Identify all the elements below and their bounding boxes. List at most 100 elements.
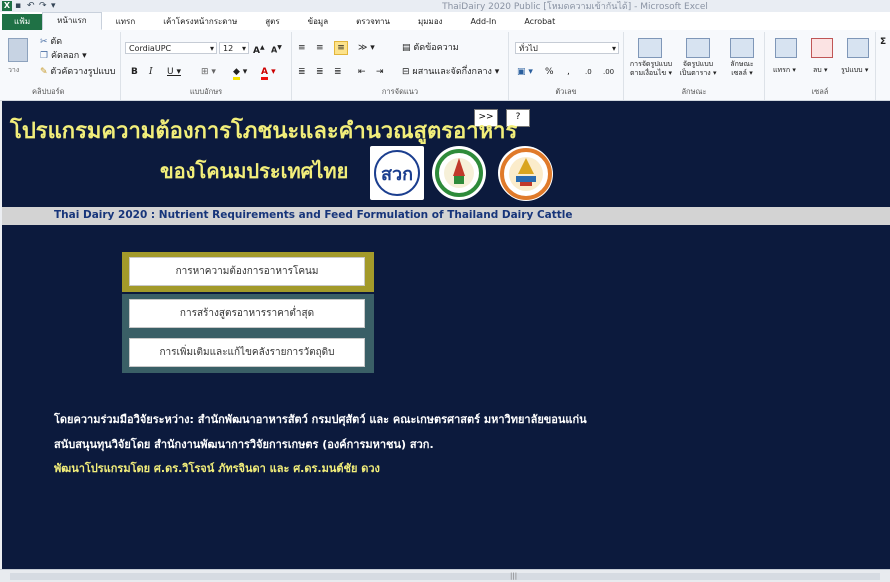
number-group: ทั่วไป ▾ ▣ ▾ % , .0 .00 ตัวเลข: [509, 32, 624, 100]
menu-item-frame: การเพิ่มเติมและแก้ไขคลังรายการวัตถุดิบ: [122, 333, 374, 373]
format-as-table-button[interactable]: จัดรูปแบบ เป็นตาราง ▾: [678, 60, 718, 78]
brush-icon: ✎: [40, 67, 48, 77]
wrap-text-button[interactable]: ▤ ตัดข้อความ: [402, 42, 459, 54]
excel-window: X ▪ ↶ ↷ ▾ ThaiDairy 2020 Public [โหมดควา…: [0, 0, 890, 582]
tab-formulas[interactable]: สูตร: [251, 14, 293, 30]
arda-logo-text: สวก: [381, 164, 413, 185]
merge-center-label: ผสานและจัดกึ่งกลาง: [412, 67, 492, 77]
bold-icon[interactable]: B: [131, 66, 138, 78]
format-as-table-icon[interactable]: [686, 38, 710, 58]
least-cost-formula-button[interactable]: การสร้างสูตรอาหารราคาต่ำสุด: [129, 299, 365, 328]
align-bottom-icon[interactable]: ≡: [334, 41, 348, 55]
font-group: CordiaUPC ▾ 12 ▾ A▲ A▼ B I U ▾ ⊞ ▾ ◆ ▾ A ▾…: [121, 32, 292, 100]
ribbon-tabs: แฟ้ม หน้าแรก แทรก เค้าโครงหน้ากระดาษ สูต…: [0, 12, 890, 30]
tab-data[interactable]: ข้อมูล: [294, 14, 342, 30]
insert-cells-button[interactable]: แทรก ▾: [773, 64, 796, 76]
english-title-bar: Thai Dairy 2020 : Nutrient Requirements …: [2, 207, 890, 225]
align-center-icon[interactable]: ≣: [316, 66, 324, 78]
ribbon: วาง ✂ ตัด ❐ คัดลอก ▾ ✎ ตัวคัดวางรูปแบบ ค…: [0, 30, 890, 101]
cut-label: ตัด: [50, 37, 63, 47]
format-painter-label: ตัวคัดวางรูปแบบ: [50, 67, 116, 77]
increase-decimal-icon[interactable]: .0: [585, 66, 592, 78]
orange-seal-logo: [498, 146, 553, 201]
clipboard-group-label: คลิปบอร์ด: [32, 87, 65, 96]
page-title: โปรแกรมความต้องการโภชนะและคำนวณสูตรอาหาร: [10, 119, 518, 144]
credit-developers: พัฒนาโปรแกรมโดย ศ.ดร.วิโรจน์ ภัทรจินดา แ…: [54, 462, 380, 475]
tab-acrobat[interactable]: Acrobat: [510, 14, 569, 30]
clipboard-group: วาง ✂ ตัด ❐ คัดลอก ▾ ✎ ตัวคัดวางรูปแบบ ค…: [0, 32, 121, 100]
decrease-indent-icon[interactable]: ⇤: [358, 66, 366, 78]
comma-button[interactable]: ,: [567, 66, 570, 78]
wrap-text-icon: ▤: [402, 43, 411, 53]
font-name-select[interactable]: CordiaUPC ▾: [125, 42, 217, 54]
copy-button[interactable]: ❐ คัดลอก ▾: [40, 50, 87, 62]
number-format-select[interactable]: ทั่วไป ▾: [515, 42, 619, 54]
paste-icon[interactable]: [8, 38, 28, 62]
tab-insert[interactable]: แทรก: [102, 14, 150, 30]
align-left-icon[interactable]: ≣: [298, 66, 306, 78]
increase-font-icon[interactable]: A▲: [253, 42, 265, 57]
orientation-icon[interactable]: ≫ ▾: [358, 42, 375, 54]
format-painter-button[interactable]: ✎ ตัวคัดวางรูปแบบ: [40, 66, 115, 78]
cells-group: แทรก ▾ ลบ ▾ รูปแบบ ▾ เซลล์: [765, 32, 876, 100]
conditional-format-button[interactable]: การจัดรูปแบบ ตามเงื่อนไข ▾: [626, 60, 676, 78]
tab-review[interactable]: ตรวจทาน: [342, 14, 404, 30]
edit-ingredient-library-button[interactable]: การเพิ่มเติมและแก้ไขคลังรายการวัตถุดิบ: [129, 338, 365, 367]
increase-indent-icon[interactable]: ⇥: [376, 66, 384, 78]
nutrient-requirement-button[interactable]: การหาความต้องการอาหารโคนม: [129, 257, 365, 286]
conditional-format-icon[interactable]: [638, 38, 662, 58]
styles-group-label: ลักษณะ: [681, 87, 707, 96]
format-cells-button[interactable]: รูปแบบ ▾: [841, 64, 868, 76]
paste-label[interactable]: วาง: [8, 64, 19, 76]
menu-item-frame: การหาความต้องการอาหารโคนม: [122, 252, 374, 292]
chevron-down-icon: ▾: [611, 44, 616, 53]
insert-cells-icon[interactable]: [775, 38, 797, 58]
tab-home[interactable]: หน้าแรก: [42, 12, 102, 30]
tab-page-layout[interactable]: เค้าโครงหน้ากระดาษ: [149, 14, 251, 30]
cell-styles-icon[interactable]: [730, 38, 754, 58]
fill-color-icon[interactable]: ◆ ▾: [233, 66, 247, 80]
borders-icon[interactable]: ⊞ ▾: [201, 66, 216, 78]
font-color-icon[interactable]: A ▾: [261, 66, 276, 80]
horizontal-scrollbar[interactable]: |||: [0, 569, 890, 582]
cut-button[interactable]: ✂ ตัด: [40, 36, 62, 48]
credit-collaboration: โดยความร่วมมือวิจัยระหว่าง: สำนักพัฒนาอา…: [54, 413, 587, 426]
green-seal-logo: [432, 146, 486, 200]
cells-group-label: เซลล์: [811, 87, 829, 96]
scissors-icon: ✂: [40, 37, 48, 47]
font-size-select[interactable]: 12 ▾: [219, 42, 249, 54]
italic-icon[interactable]: I: [149, 66, 153, 78]
percent-button[interactable]: %: [545, 66, 554, 78]
wrap-text-label: ตัดข้อความ: [413, 43, 459, 53]
chevron-down-icon: ▾: [241, 44, 246, 53]
tab-file[interactable]: แฟ้ม: [2, 14, 43, 30]
font-group-label: แบบอักษร: [189, 87, 223, 96]
delete-cells-icon[interactable]: [811, 38, 833, 58]
tab-view[interactable]: มุมมอง: [404, 14, 457, 30]
align-right-icon[interactable]: ≣: [334, 66, 342, 78]
autosum-icon[interactable]: Σ: [880, 36, 886, 48]
delete-cells-button[interactable]: ลบ ▾: [813, 64, 827, 76]
alignment-group-label: การจัดแนว: [381, 87, 419, 96]
page-subtitle: ของโคนมประเทศไทย: [160, 159, 349, 183]
cell-styles-button[interactable]: ลักษณะ เซลล์ ▾: [722, 60, 762, 78]
worksheet: >> ? โปรแกรมความต้องการโภชนะและคำนวณสูตร…: [0, 101, 890, 569]
decrease-decimal-icon[interactable]: .00: [603, 66, 614, 78]
align-middle-icon[interactable]: ≡: [316, 42, 324, 54]
decrease-font-icon[interactable]: A▼: [271, 42, 282, 57]
alignment-group: ≡ ≡ ≡ ≫ ▾ ▤ ตัดข้อความ ≣ ≣ ≣ ⇤ ⇥ ⊟ ผสานแ…: [292, 32, 509, 100]
align-top-icon[interactable]: ≡: [298, 42, 306, 54]
chevron-down-icon: ▾: [209, 44, 214, 53]
tab-add-in[interactable]: Add-In: [457, 14, 511, 30]
sheet-left-border: [0, 101, 2, 569]
format-cells-icon[interactable]: [847, 38, 869, 58]
credit-funding: สนับสนุนทุนวิจัยโดย สำนักงานพัฒนาการวิจั…: [54, 438, 434, 451]
english-title: Thai Dairy 2020 : Nutrient Requirements …: [54, 209, 573, 221]
merge-icon: ⊟: [402, 67, 410, 77]
styles-group: การจัดรูปแบบ ตามเงื่อนไข ▾ จัดรูปแบบ เป็นต…: [624, 32, 765, 100]
underline-icon[interactable]: U ▾: [167, 66, 181, 78]
currency-icon[interactable]: ▣ ▾: [517, 66, 533, 78]
arda-logo: สวก: [370, 146, 424, 200]
merge-center-button[interactable]: ⊟ ผสานและจัดกึ่งกลาง ▾: [402, 66, 499, 78]
scroll-thumb[interactable]: [10, 573, 880, 580]
